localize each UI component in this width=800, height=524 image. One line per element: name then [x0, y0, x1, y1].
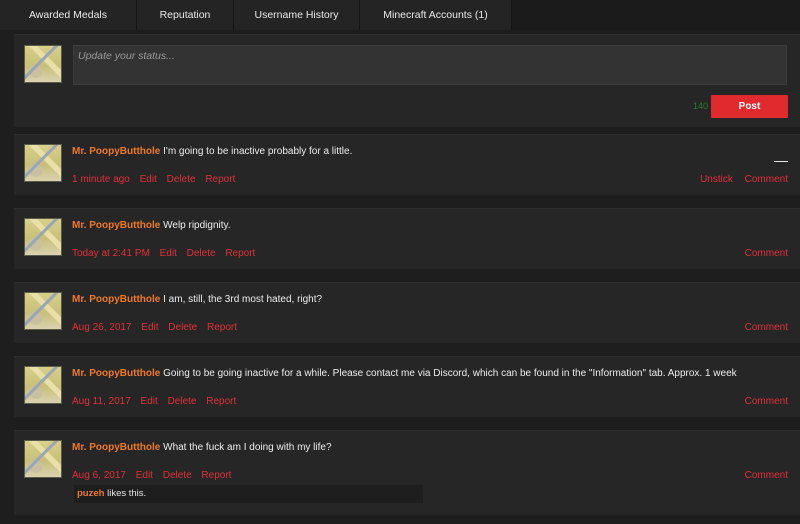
tab-bar-spacer [512, 0, 800, 30]
post-actions: Comment [736, 322, 788, 333]
edit-link[interactable]: Edit [141, 396, 158, 407]
report-link[interactable]: Report [205, 174, 235, 185]
post-actions: Comment [736, 248, 788, 259]
author-link[interactable]: Mr. PoopyButthole [72, 220, 160, 231]
post-message: Mr. PoopyButthole Going to be going inac… [72, 368, 737, 379]
post-actions: Unstick Comment [691, 174, 788, 185]
avatar[interactable] [24, 218, 62, 256]
avatar[interactable] [24, 292, 62, 330]
delete-link[interactable]: Delete [168, 396, 197, 407]
profile-post: Mr. PoopyButthole I am, still, the 3rd m… [14, 282, 800, 343]
post-message: Mr. PoopyButthole Welp ripdignity. [72, 220, 231, 231]
status-update-box: Update your status... 140 Post [14, 34, 800, 127]
liker-link[interactable]: puzeh [77, 488, 104, 499]
comment-link[interactable]: Comment [745, 470, 788, 481]
edit-link[interactable]: Edit [141, 322, 158, 333]
post-meta: 1 minute ago Edit Delete Report [72, 174, 242, 185]
post-meta: Aug 26, 2017 Edit Delete Report [72, 322, 244, 333]
profile-post: Mr. PoopyButthole I'm going to be inacti… [14, 134, 800, 195]
post-message: Mr. PoopyButthole I'm going to be inacti… [72, 146, 352, 157]
author-link[interactable]: Mr. PoopyButthole [72, 368, 160, 379]
report-link[interactable]: Report [225, 248, 255, 259]
message-text: I am, still, the 3rd most hated, right? [163, 294, 323, 305]
post-button[interactable]: Post [711, 95, 788, 118]
avatar[interactable] [24, 366, 62, 404]
message-text: Welp ripdignity. [163, 220, 231, 231]
comment-link[interactable]: Comment [745, 322, 788, 333]
post-message: Mr. PoopyButthole What the fuck am I doi… [72, 442, 332, 453]
author-link[interactable]: Mr. PoopyButthole [72, 294, 160, 305]
avatar[interactable] [24, 144, 62, 182]
edit-link[interactable]: Edit [160, 248, 177, 259]
unstick-link[interactable]: Unstick [700, 174, 733, 185]
likes-summary: puzeh likes this. [74, 485, 423, 503]
profile-tabs: Awarded Medals Reputation Username Histo… [0, 0, 800, 30]
timestamp-link[interactable]: Aug 11, 2017 [72, 396, 131, 407]
tab-minecraft-accounts[interactable]: Minecraft Accounts (1) [360, 0, 512, 30]
post-message: Mr. PoopyButthole I am, still, the 3rd m… [72, 294, 322, 305]
avatar[interactable] [24, 440, 62, 478]
post-meta: Aug 6, 2017 Edit Delete Report [72, 470, 238, 481]
author-link[interactable]: Mr. PoopyButthole [72, 442, 160, 453]
comment-link[interactable]: Comment [745, 396, 788, 407]
message-text: Going to be going inactive for a while. … [163, 368, 737, 379]
divider-mark [774, 161, 788, 162]
message-text: What the fuck am I doing with my life? [163, 442, 332, 453]
delete-link[interactable]: Delete [187, 248, 216, 259]
edit-link[interactable]: Edit [140, 174, 157, 185]
timestamp-link[interactable]: Today at 2:41 PM [72, 248, 150, 259]
delete-link[interactable]: Delete [163, 470, 192, 481]
post-actions: Comment [736, 396, 788, 407]
profile-post: Mr. PoopyButthole Welp ripdignity. Today… [14, 208, 800, 269]
report-link[interactable]: Report [207, 322, 237, 333]
avatar [24, 45, 62, 83]
delete-link[interactable]: Delete [167, 174, 196, 185]
edit-link[interactable]: Edit [136, 470, 153, 481]
delete-link[interactable]: Delete [168, 322, 197, 333]
post-meta: Today at 2:41 PM Edit Delete Report [72, 248, 262, 259]
post-actions: Comment [736, 470, 788, 481]
comment-link[interactable]: Comment [745, 174, 788, 185]
timestamp-link[interactable]: Aug 26, 2017 [72, 322, 132, 333]
profile-post: Mr. PoopyButthole What the fuck am I doi… [14, 430, 800, 515]
timestamp-link[interactable]: 1 minute ago [72, 174, 130, 185]
character-counter: 140 [692, 101, 708, 111]
comment-link[interactable]: Comment [745, 248, 788, 259]
timestamp-link[interactable]: Aug 6, 2017 [72, 470, 126, 481]
status-input[interactable]: Update your status... [73, 45, 787, 85]
author-link[interactable]: Mr. PoopyButthole [72, 146, 160, 157]
profile-post: Mr. PoopyButthole Going to be going inac… [14, 356, 800, 417]
tab-username-history[interactable]: Username History [234, 0, 360, 30]
tab-awarded-medals[interactable]: Awarded Medals [0, 0, 137, 30]
post-meta: Aug 11, 2017 Edit Delete Report [72, 396, 243, 407]
tab-reputation[interactable]: Reputation [137, 0, 234, 30]
report-link[interactable]: Report [201, 470, 231, 481]
message-text: I'm going to be inactive probably for a … [163, 146, 353, 157]
likes-text: likes this. [107, 488, 147, 499]
report-link[interactable]: Report [206, 396, 236, 407]
